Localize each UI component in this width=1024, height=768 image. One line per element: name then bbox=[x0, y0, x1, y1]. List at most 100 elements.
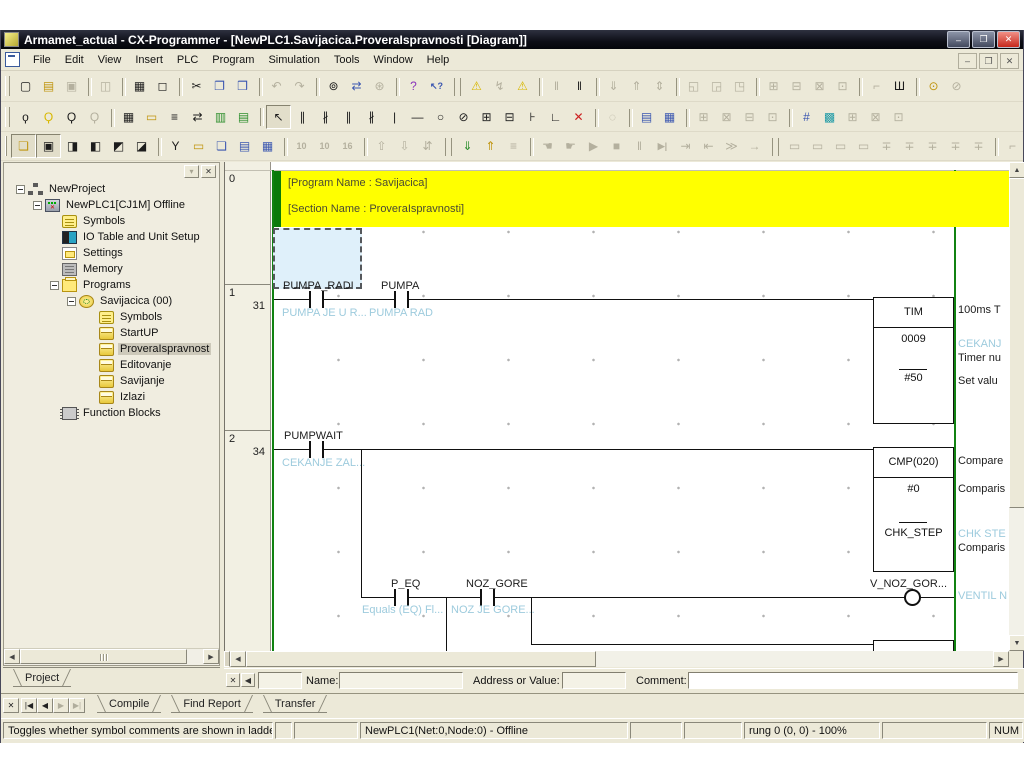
output-next-tab-icon[interactable]: ▶ bbox=[53, 698, 69, 713]
zoom-fit-icon[interactable]: Ϙ bbox=[37, 106, 60, 128]
undo-icon[interactable]: ↶ bbox=[265, 75, 288, 97]
inverse-instruction-tool-icon[interactable]: ⊟ bbox=[498, 106, 521, 128]
transfer-to-plc-icon[interactable]: ⇓ bbox=[602, 75, 625, 97]
cross-reference-icon[interactable]: Y bbox=[164, 135, 187, 157]
monitor-a-icon[interactable]: ▭ bbox=[783, 135, 806, 157]
monitor-1-icon[interactable]: ◱ bbox=[682, 75, 705, 97]
address-reference-icon[interactable]: ◩ bbox=[107, 135, 130, 157]
scroll-left-icon[interactable]: ◀ bbox=[4, 649, 20, 664]
go-next-icon[interactable]: ⇩ bbox=[393, 135, 416, 157]
name-input[interactable] bbox=[339, 672, 463, 689]
menu-view[interactable]: View bbox=[91, 51, 129, 69]
io-spacing-icon[interactable]: ⇄ bbox=[186, 106, 209, 128]
grid-icon[interactable]: ▦ bbox=[117, 106, 140, 128]
edit-4-icon[interactable]: ⊡ bbox=[761, 106, 784, 128]
scroll-up-icon[interactable]: ▲ bbox=[1009, 162, 1024, 178]
signed-decimal-icon[interactable]: 10 bbox=[313, 135, 336, 157]
tree-expander-icon[interactable] bbox=[67, 297, 76, 306]
tree-item-settings[interactable]: Settings bbox=[4, 245, 219, 261]
output-prev-tab-icon[interactable]: ◀ bbox=[37, 698, 53, 713]
properties-icon[interactable]: ◪ bbox=[130, 135, 153, 157]
tree-item-savijacica[interactable]: Savijacica (00) bbox=[4, 293, 219, 309]
set-value-icon[interactable]: ⊡ bbox=[831, 75, 854, 97]
tree-item-function-blocks[interactable]: Function Blocks bbox=[4, 405, 219, 421]
scroll-thumb[interactable] bbox=[246, 651, 596, 667]
paste-icon[interactable]: ❒ bbox=[231, 75, 254, 97]
menu-plc[interactable]: PLC bbox=[170, 51, 205, 69]
menu-file[interactable]: File bbox=[26, 51, 58, 69]
edit-1-icon[interactable]: ⊞ bbox=[692, 106, 715, 128]
horizontal-line-tool-icon[interactable]: — bbox=[406, 106, 429, 128]
compile-all-icon[interactable]: ↯ bbox=[488, 75, 511, 97]
or-contact-tool-icon[interactable]: ∥ bbox=[337, 106, 360, 128]
close-button[interactable]: ✕ bbox=[997, 31, 1020, 48]
contact-tool-icon[interactable]: ∥ bbox=[291, 106, 314, 128]
trace-3-icon[interactable]: ∓ bbox=[921, 135, 944, 157]
rung-list-icon[interactable]: ≡ bbox=[163, 106, 186, 128]
monitor-d-icon[interactable]: ▭ bbox=[852, 135, 875, 157]
save-section-icon[interactable]: ◫ bbox=[94, 75, 117, 97]
hex-icon[interactable]: 16 bbox=[336, 135, 359, 157]
tree-expander-icon[interactable] bbox=[33, 201, 42, 210]
run-to-icon[interactable]: ▶| bbox=[651, 135, 674, 157]
trace-2-icon[interactable]: ∓ bbox=[898, 135, 921, 157]
tab-transfer[interactable]: Transfer bbox=[263, 695, 328, 713]
corner-tool-icon[interactable]: ⌐ bbox=[1001, 135, 1024, 157]
zoom-in-icon[interactable]: Ϙ bbox=[60, 106, 83, 128]
ladder-editor[interactable]: 0 1 31 2 34 [Program Name : Savijacica] … bbox=[224, 162, 1010, 651]
release-password-icon[interactable]: ⊘ bbox=[945, 75, 968, 97]
transfer-download-icon[interactable]: ⇓ bbox=[456, 135, 479, 157]
view-2-icon[interactable]: ⊠ bbox=[864, 106, 887, 128]
panel-dropdown-icon[interactable]: ▾ bbox=[184, 165, 199, 178]
tree-item-newplc1[interactable]: NewPLC1[CJ1M] Offline bbox=[4, 197, 219, 213]
hex-view-icon[interactable]: ▦ bbox=[256, 135, 279, 157]
menu-simulation[interactable]: Simulation bbox=[261, 51, 326, 69]
menu-edit[interactable]: Edit bbox=[58, 51, 91, 69]
scroll-right-icon[interactable]: ▶ bbox=[993, 651, 1009, 667]
pause-debug-icon[interactable]: ‖ bbox=[628, 135, 651, 157]
instruction-box-partial[interactable] bbox=[873, 640, 954, 651]
replace-icon[interactable]: ⇄ bbox=[345, 75, 368, 97]
fb-define-icon[interactable]: ◌ bbox=[601, 106, 624, 128]
show-comments-icon[interactable]: ▭ bbox=[140, 106, 163, 128]
zoom-out-icon[interactable]: ϙ bbox=[14, 106, 37, 128]
output-first-tab-icon[interactable]: |◀ bbox=[21, 698, 37, 713]
copy-icon[interactable]: ❐ bbox=[208, 75, 231, 97]
stop-icon[interactable]: ■ bbox=[605, 135, 628, 157]
menu-tools[interactable]: Tools bbox=[327, 51, 367, 69]
step-over-icon[interactable]: ⇤ bbox=[697, 135, 720, 157]
tab-find-report[interactable]: Find Report bbox=[171, 695, 252, 713]
print-preview-icon[interactable]: ◻ bbox=[151, 75, 174, 97]
monitor-2-icon[interactable]: ◲ bbox=[705, 75, 728, 97]
or-closed-contact-tool-icon[interactable]: ∦ bbox=[360, 106, 383, 128]
closed-coil-tool-icon[interactable]: ⊘ bbox=[452, 106, 475, 128]
io-comment-icon[interactable]: ❏ bbox=[210, 135, 233, 157]
find-all-icon[interactable]: ⊛ bbox=[368, 75, 391, 97]
redo-icon[interactable]: ↷ bbox=[288, 75, 311, 97]
menu-window[interactable]: Window bbox=[367, 51, 420, 69]
run-icon[interactable]: ▶ bbox=[582, 135, 605, 157]
step-in-icon[interactable]: ⇥ bbox=[674, 135, 697, 157]
scroll-right-icon[interactable]: ▶ bbox=[203, 649, 219, 664]
transfer-upload-icon[interactable]: ⇑ bbox=[479, 135, 502, 157]
tree-item-proveraispravnost[interactable]: ProveraIspravnost bbox=[4, 341, 219, 357]
function-block-tool-icon[interactable]: ⊦ bbox=[521, 106, 544, 128]
coil-v-noz-gore[interactable] bbox=[904, 589, 921, 606]
force-cancel-icon[interactable]: ⊠ bbox=[808, 75, 831, 97]
pan-left-icon[interactable]: ☚ bbox=[536, 135, 559, 157]
output-close-icon[interactable]: ✕ bbox=[3, 698, 19, 713]
online-edit-icon[interactable]: ‖ bbox=[545, 75, 568, 97]
go-previous-icon[interactable]: ⇧ bbox=[370, 135, 393, 157]
tree-item-izlazi[interactable]: Izlazi bbox=[4, 389, 219, 405]
trace-1-icon[interactable]: ∓ bbox=[875, 135, 898, 157]
toggle-diagram-window-icon[interactable]: ▣ bbox=[36, 134, 61, 158]
differential-monitor-icon[interactable]: ⌐ bbox=[865, 75, 888, 97]
monitor-c-icon[interactable]: ▭ bbox=[829, 135, 852, 157]
comment-input[interactable] bbox=[688, 672, 1018, 689]
zoom-100-icon[interactable]: Ϙ bbox=[83, 106, 106, 128]
contact-pumpa[interactable] bbox=[394, 291, 409, 308]
menu-help[interactable]: Help bbox=[420, 51, 457, 69]
help-icon[interactable]: ? bbox=[402, 75, 425, 97]
tree-item-symbols-local[interactable]: Symbols bbox=[4, 309, 219, 325]
rung-comment-block[interactable]: [Program Name : Savijacica] [Section Nam… bbox=[274, 171, 1010, 227]
